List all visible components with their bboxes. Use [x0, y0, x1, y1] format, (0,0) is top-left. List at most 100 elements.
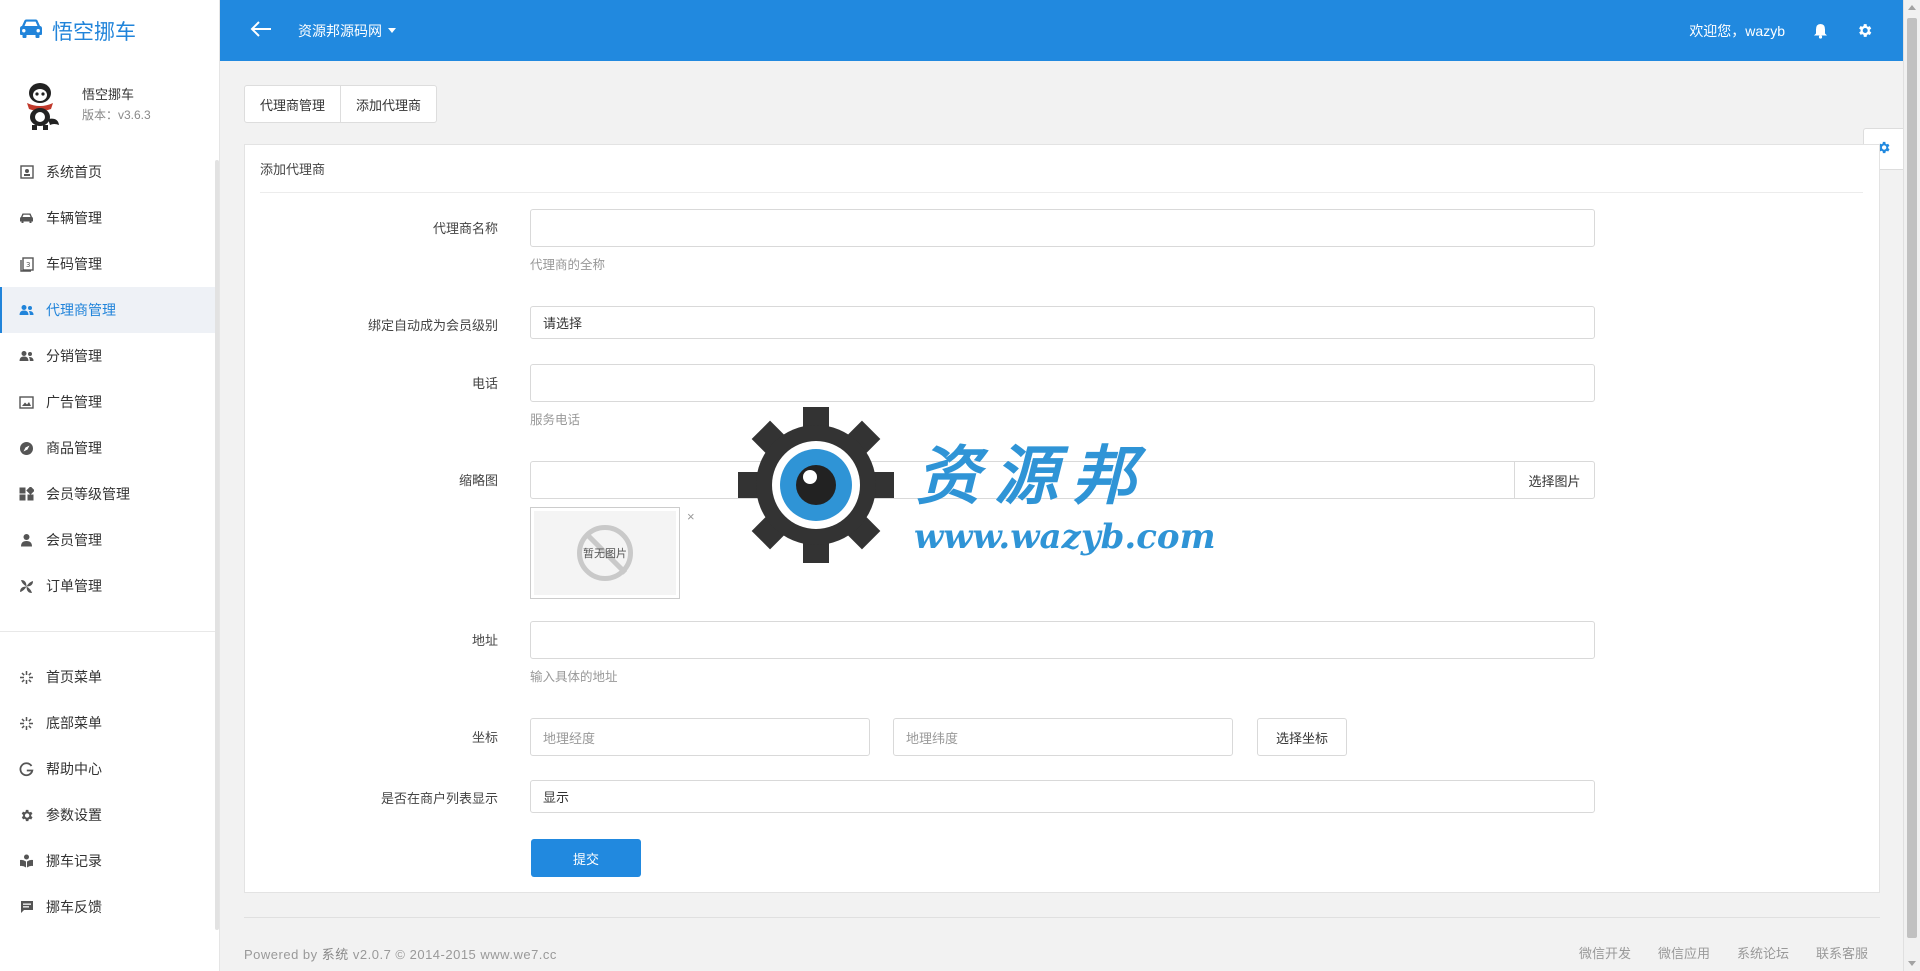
- sidebar-item-distribution[interactable]: 分销管理: [0, 333, 219, 379]
- users-icon: [18, 348, 35, 365]
- topbar: 资源邦源码网 欢迎您，wazyb: [220, 0, 1903, 61]
- sidebar-item-label: 广告管理: [46, 394, 102, 410]
- footer-powered-name[interactable]: 系统: [322, 947, 349, 962]
- member-level-select[interactable]: 请选择: [530, 306, 1595, 339]
- footer-link-contact[interactable]: 联系客服: [1816, 943, 1868, 962]
- select-coordinate-button[interactable]: 选择坐标: [1257, 718, 1347, 756]
- phone-label: 电话: [471, 376, 498, 391]
- sidebar-item-label: 参数设置: [46, 807, 102, 823]
- caret-down-icon: [388, 28, 396, 33]
- tab-add-agent[interactable]: 添加代理商: [340, 86, 436, 122]
- sidebar-item-move-feedback[interactable]: 挪车反馈: [0, 884, 219, 930]
- sidebar-item-move-records[interactable]: 挪车记录: [0, 838, 219, 884]
- page-scrollbar[interactable]: [1903, 0, 1920, 971]
- user-icon: [18, 532, 35, 549]
- remove-image-button[interactable]: ×: [687, 509, 695, 524]
- address-input[interactable]: [530, 621, 1595, 659]
- show-in-list-select[interactable]: 显示: [530, 780, 1595, 813]
- pinwheel-icon: [18, 578, 35, 595]
- scrollbar-thumb[interactable]: [1907, 18, 1917, 938]
- site-dropdown[interactable]: 资源邦源码网: [298, 21, 396, 41]
- scroll-up-arrow-icon[interactable]: [1908, 5, 1916, 10]
- sidebar-item-vehicles[interactable]: 车辆管理: [0, 195, 219, 241]
- book-icon: [18, 853, 35, 870]
- brand-name: 悟空挪车: [52, 20, 136, 44]
- welcome-text[interactable]: 欢迎您，wazyb: [1689, 21, 1785, 41]
- google-icon: [18, 761, 35, 778]
- sidebar-item-label: 首页菜单: [46, 669, 102, 685]
- sidebar-item-label: 订单管理: [46, 578, 102, 594]
- sidebar-menu-secondary: 首页菜单 底部菜单 帮助中心 参数设置 挪车记录 挪车反馈: [0, 654, 219, 930]
- thumbnail-input[interactable]: [530, 461, 1515, 499]
- back-button[interactable]: [246, 16, 276, 46]
- sidebar-item-ads[interactable]: 广告管理: [0, 379, 219, 425]
- gear-icon[interactable]: [1855, 22, 1873, 40]
- users-icon: [18, 302, 35, 319]
- sidebar-item-label: 车辆管理: [46, 210, 102, 226]
- agent-name-help: 代理商的全称: [530, 258, 606, 272]
- sidebar-item-car-codes[interactable]: 3 车码管理: [0, 241, 219, 287]
- no-image-text: 暂无图片: [583, 548, 627, 560]
- sidebar-item-label: 帮助中心: [46, 761, 102, 777]
- sidebar-item-members[interactable]: 会员管理: [0, 517, 219, 563]
- sidebar-item-label: 挪车反馈: [46, 899, 102, 915]
- sidebar-item-label: 会员等级管理: [46, 486, 130, 502]
- sidebar-item-products[interactable]: 商品管理: [0, 425, 219, 471]
- tab-bar: 代理商管理 添加代理商: [244, 85, 438, 123]
- avatar: [18, 79, 62, 131]
- footer-link-forum[interactable]: 系统论坛: [1737, 943, 1789, 962]
- sidebar-item-home-menu[interactable]: 首页菜单: [0, 654, 219, 700]
- qrcode-icon: 3: [18, 256, 35, 273]
- sidebar-item-agents[interactable]: 代理商管理: [0, 287, 219, 333]
- panel-heading: 添加代理商: [260, 145, 1863, 193]
- brand[interactable]: 悟空挪车: [0, 0, 219, 61]
- sidebar-item-settings[interactable]: 参数设置: [0, 792, 219, 838]
- sidebar-scrollbar[interactable]: [215, 160, 219, 930]
- profile-version: 版本：v3.6.3: [82, 107, 151, 122]
- select-image-button[interactable]: 选择图片: [1514, 461, 1595, 499]
- dashboard-icon: [18, 164, 35, 181]
- form-panel: 添加代理商 代理商名称 代理商的全称 绑定自动成为会员级别 请选择 电话 服务电…: [244, 144, 1880, 893]
- footer-divider: [244, 917, 1880, 918]
- coordinate-label: 坐标: [471, 730, 498, 745]
- sidebar-item-label: 车码管理: [46, 256, 102, 272]
- profile-name: 悟空挪车: [82, 87, 135, 102]
- thumbnail-preview: 暂无图片: [530, 507, 680, 599]
- member-level-label: 绑定自动成为会员级别: [367, 318, 498, 333]
- show-in-list-label: 是否在商户列表显示: [380, 791, 498, 806]
- tab-agent-management[interactable]: 代理商管理: [245, 86, 340, 122]
- sidebar-item-orders[interactable]: 订单管理: [0, 563, 219, 609]
- profile: 悟空挪车 版本：v3.6.3: [0, 61, 219, 149]
- address-help: 输入具体的地址: [530, 670, 618, 684]
- scroll-down-arrow-icon[interactable]: [1908, 961, 1916, 966]
- footer-powered-suffix: v2.0.7 © 2014-2015 www.we7.cc: [348, 947, 557, 962]
- latitude-input[interactable]: 地理纬度: [893, 718, 1233, 756]
- sparkle-icon: [18, 715, 35, 732]
- sidebar-item-label: 系统首页: [46, 164, 102, 180]
- phone-input[interactable]: [530, 364, 1595, 402]
- bell-icon[interactable]: [1811, 22, 1829, 40]
- message-icon: [18, 899, 35, 916]
- thumbnail-label: 缩略图: [458, 473, 498, 488]
- sidebar-item-dashboard[interactable]: 系统首页: [0, 149, 219, 195]
- svg-text:3: 3: [26, 261, 30, 269]
- sidebar-menu: 系统首页 车辆管理 3 车码管理 代理商管理 分销管理 广告管理 商品管理 会员: [0, 149, 219, 609]
- car-icon: [18, 17, 44, 45]
- sidebar-item-help-center[interactable]: 帮助中心: [0, 746, 219, 792]
- sidebar-item-label: 商品管理: [46, 440, 102, 456]
- footer-link-wechat-dev[interactable]: 微信开发: [1579, 943, 1631, 962]
- sidebar-item-member-levels[interactable]: 会员等级管理: [0, 471, 219, 517]
- agent-name-input[interactable]: [530, 209, 1595, 247]
- sidebar-item-label: 分销管理: [46, 348, 102, 364]
- sidebar-item-label: 会员管理: [46, 532, 102, 548]
- footer-link-wechat-apps[interactable]: 微信应用: [1658, 943, 1710, 962]
- compass-icon: [18, 440, 35, 457]
- submit-button[interactable]: 提交: [531, 839, 641, 877]
- footer-links: 微信开发 微信应用 系统论坛 联系客服: [1579, 943, 1868, 962]
- longitude-input[interactable]: 地理经度: [530, 718, 870, 756]
- arrow-left-icon: [250, 20, 272, 41]
- sidebar-item-bottom-menu[interactable]: 底部菜单: [0, 700, 219, 746]
- image-icon: [18, 394, 35, 411]
- address-label: 地址: [471, 633, 498, 648]
- agent-name-label: 代理商名称: [432, 221, 498, 236]
